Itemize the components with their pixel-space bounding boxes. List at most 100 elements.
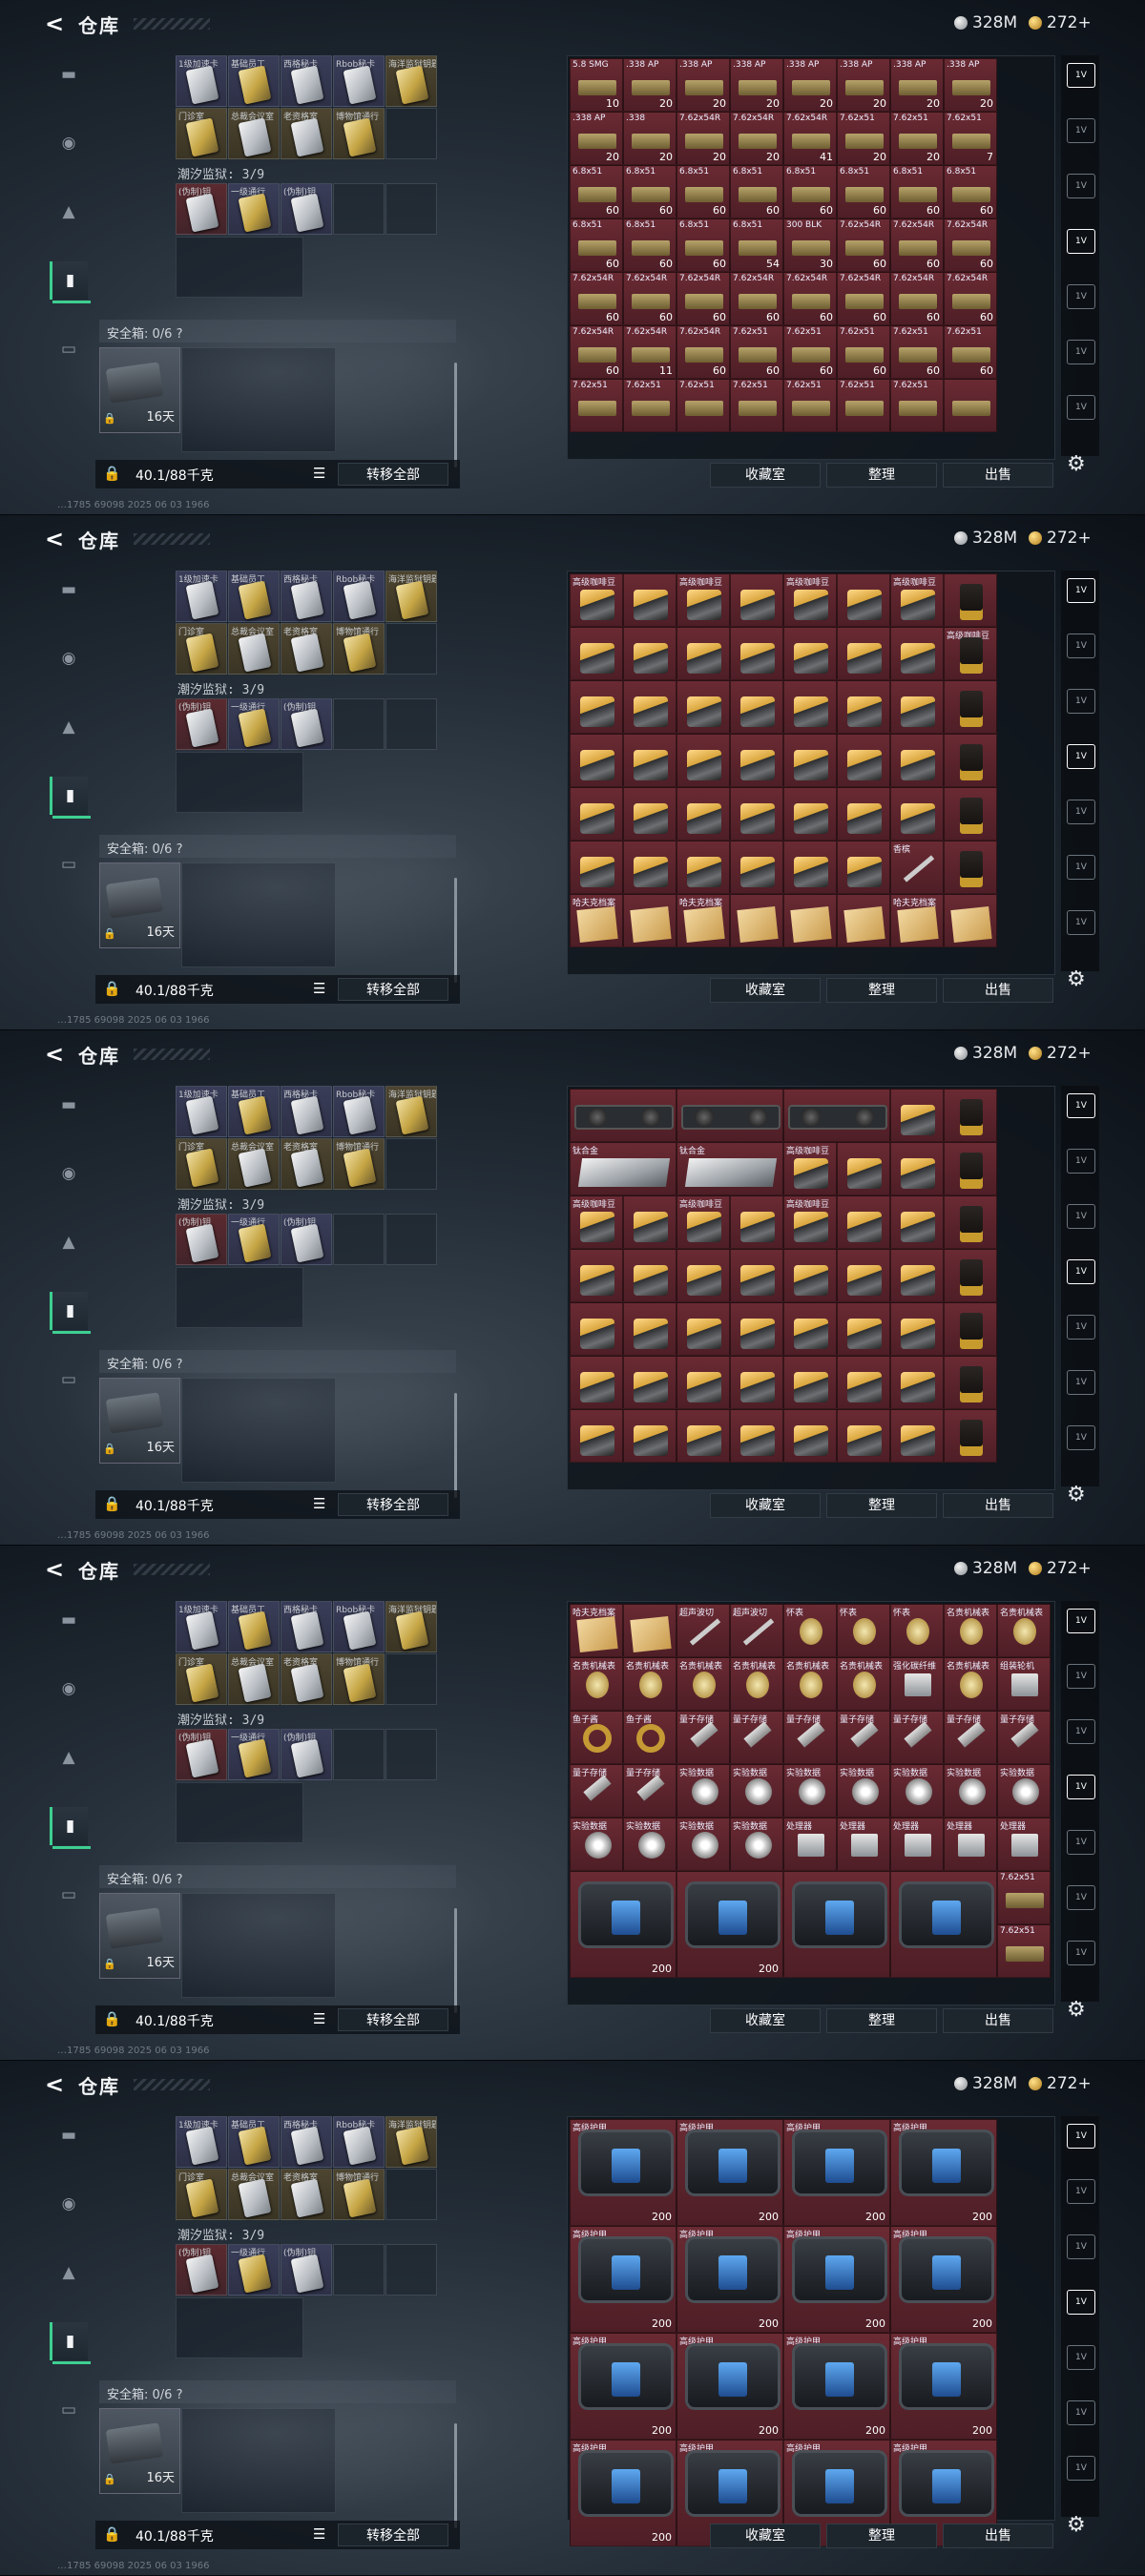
item-cell[interactable]: 7.62x51 60 bbox=[890, 325, 944, 379]
item-cell[interactable]: 名贵机械表 bbox=[623, 1657, 677, 1711]
key-card-slot[interactable]: Rbob秘卡 bbox=[333, 571, 385, 622]
item-cell[interactable]: .338 20 bbox=[623, 112, 677, 165]
item-cell[interactable]: 7.62x54R 60 bbox=[677, 272, 730, 325]
item-cell[interactable]: 高级咖啡豆 bbox=[890, 573, 944, 627]
list-icon[interactable]: ☰ bbox=[313, 1495, 325, 1512]
item-cell[interactable]: 强化碳纤维 bbox=[890, 1657, 944, 1711]
item-cell[interactable]: 处理器 bbox=[944, 1818, 997, 1871]
item-cell[interactable]: 实验数据 bbox=[677, 1818, 730, 1871]
key-card-slot[interactable]: 西格秘卡 bbox=[281, 1601, 332, 1652]
lock-icon[interactable]: 🔒 bbox=[103, 465, 121, 482]
sort-button[interactable]: 整理 bbox=[826, 463, 937, 488]
storage-tab[interactable]: 1V bbox=[1067, 634, 1095, 658]
item-cell[interactable]: 7.62x54R 60 bbox=[570, 272, 623, 325]
nav-briefcase[interactable]: ▭ bbox=[50, 330, 88, 368]
gear-icon[interactable]: ⚙ bbox=[1067, 452, 1086, 476]
item-cell[interactable] bbox=[570, 1356, 623, 1409]
item-cell[interactable] bbox=[944, 680, 997, 734]
armor-cell[interactable]: 高级护甲200 bbox=[570, 2226, 677, 2333]
item-cell[interactable]: 哈夫克档案 bbox=[570, 1604, 623, 1657]
item-cell[interactable] bbox=[570, 841, 623, 894]
storage-tab[interactable]: 1V bbox=[1067, 2345, 1095, 2370]
gold-currency[interactable]: 272+ bbox=[1029, 2074, 1092, 2093]
item-cell[interactable] bbox=[730, 734, 783, 787]
item-cell[interactable] bbox=[890, 1356, 944, 1409]
item-cell[interactable]: 7.62x51 bbox=[997, 1924, 1051, 1978]
item-cell[interactable] bbox=[783, 1089, 890, 1142]
nav-weapon[interactable]: ▬ bbox=[50, 571, 88, 609]
collection-room-button[interactable]: 收藏室 bbox=[710, 1493, 821, 1518]
key-card-slot[interactable] bbox=[385, 1653, 437, 1705]
item-cell[interactable] bbox=[730, 1409, 783, 1463]
item-cell[interactable]: .338 AP 20 bbox=[730, 58, 783, 112]
item-cell[interactable] bbox=[890, 787, 944, 841]
back-icon[interactable]: < bbox=[42, 527, 67, 551]
back-icon[interactable]: < bbox=[42, 1042, 67, 1067]
item-cell[interactable] bbox=[730, 573, 783, 627]
item-cell[interactable] bbox=[730, 841, 783, 894]
item-cell[interactable] bbox=[944, 1249, 997, 1302]
item-cell[interactable]: .338 AP 20 bbox=[623, 58, 677, 112]
key-card-slot[interactable]: 1级加速卡 bbox=[176, 55, 227, 107]
item-cell[interactable] bbox=[623, 1604, 677, 1657]
storage-tab[interactable]: 1V bbox=[1067, 1093, 1095, 1118]
item-cell[interactable]: .338 AP 20 bbox=[570, 112, 623, 165]
left-scrollbar[interactable] bbox=[454, 1908, 457, 2013]
item-cell[interactable] bbox=[623, 1409, 677, 1463]
item-cell[interactable]: 名贵机械表 bbox=[783, 1657, 837, 1711]
storage-tab[interactable]: 1V bbox=[1067, 2234, 1095, 2259]
gold-currency[interactable]: 272+ bbox=[1029, 13, 1092, 32]
item-cell[interactable] bbox=[783, 1302, 837, 1356]
item-cell[interactable]: 鱼子酱 bbox=[623, 1711, 677, 1764]
collection-room-button[interactable]: 收藏室 bbox=[710, 2524, 821, 2548]
empty-slot[interactable] bbox=[385, 183, 437, 235]
item-cell[interactable] bbox=[890, 1142, 944, 1195]
item-cell[interactable] bbox=[677, 1409, 730, 1463]
item-cell[interactable]: 6.8x51 60 bbox=[730, 165, 783, 218]
item-cell[interactable]: 量子存储 bbox=[623, 1764, 677, 1818]
item-cell[interactable]: 高级咖啡豆 bbox=[944, 627, 997, 680]
key-card-slot[interactable]: 一级通行 bbox=[228, 183, 280, 235]
item-cell[interactable]: 处理器 bbox=[837, 1818, 890, 1871]
item-cell[interactable] bbox=[570, 734, 623, 787]
key-card-slot[interactable]: 西格秘卡 bbox=[281, 2116, 332, 2168]
list-icon[interactable]: ☰ bbox=[313, 980, 325, 997]
key-card-slot[interactable]: 海洋监狱钥匙 bbox=[385, 571, 437, 622]
storage-tab[interactable]: 1V bbox=[1067, 2290, 1095, 2315]
key-card-slot[interactable]: 总裁会议室 bbox=[228, 2169, 280, 2220]
key-card-slot[interactable]: 一级通行 bbox=[228, 698, 280, 750]
armor-cell[interactable]: 200 bbox=[677, 1871, 783, 1978]
item-cell[interactable]: 300 BLK 30 bbox=[783, 218, 837, 272]
back-icon[interactable]: < bbox=[42, 2072, 67, 2097]
item-cell[interactable] bbox=[837, 627, 890, 680]
item-cell[interactable]: 高级咖啡豆 bbox=[677, 573, 730, 627]
key-card-slot[interactable]: 基础员工 bbox=[228, 1601, 280, 1652]
lock-icon[interactable]: 🔒 bbox=[103, 1495, 121, 1512]
key-card-slot[interactable]: 1级加速卡 bbox=[176, 1601, 227, 1652]
item-cell[interactable]: 高级咖啡豆 bbox=[677, 1195, 730, 1249]
item-cell[interactable]: 高级咖啡豆 bbox=[783, 1195, 837, 1249]
armor-cell[interactable]: 高级护甲200 bbox=[783, 2333, 890, 2440]
item-cell[interactable]: 6.8x51 60 bbox=[837, 165, 890, 218]
item-cell[interactable]: 量子存储 bbox=[730, 1711, 783, 1764]
armor-cell[interactable]: 200 bbox=[570, 1871, 677, 1978]
armor-cell[interactable]: 高级护甲200 bbox=[677, 2333, 783, 2440]
key-card-slot[interactable]: 总裁会议室 bbox=[228, 1653, 280, 1705]
item-cell[interactable]: 高级咖啡豆 bbox=[570, 573, 623, 627]
sell-button[interactable]: 出售 bbox=[943, 2524, 1053, 2548]
gold-currency[interactable]: 272+ bbox=[1029, 1559, 1092, 1578]
item-cell[interactable]: 7.62x51 bbox=[890, 379, 944, 432]
item-cell[interactable] bbox=[623, 734, 677, 787]
safe-box-slot[interactable]: 🔒 16天 bbox=[99, 862, 180, 948]
item-cell[interactable]: 7.62x51 20 bbox=[890, 112, 944, 165]
nav-helmet[interactable]: ▲ bbox=[50, 708, 88, 746]
item-cell[interactable] bbox=[623, 627, 677, 680]
key-card-slot[interactable]: (伪制)钥 bbox=[176, 183, 227, 235]
item-cell[interactable] bbox=[570, 1249, 623, 1302]
item-cell[interactable] bbox=[837, 841, 890, 894]
item-cell[interactable] bbox=[837, 573, 890, 627]
item-cell[interactable]: 超声波切 bbox=[730, 1604, 783, 1657]
item-cell[interactable]: 处理器 bbox=[783, 1818, 837, 1871]
item-cell[interactable] bbox=[623, 573, 677, 627]
item-cell[interactable]: 7.62x51 bbox=[570, 379, 623, 432]
